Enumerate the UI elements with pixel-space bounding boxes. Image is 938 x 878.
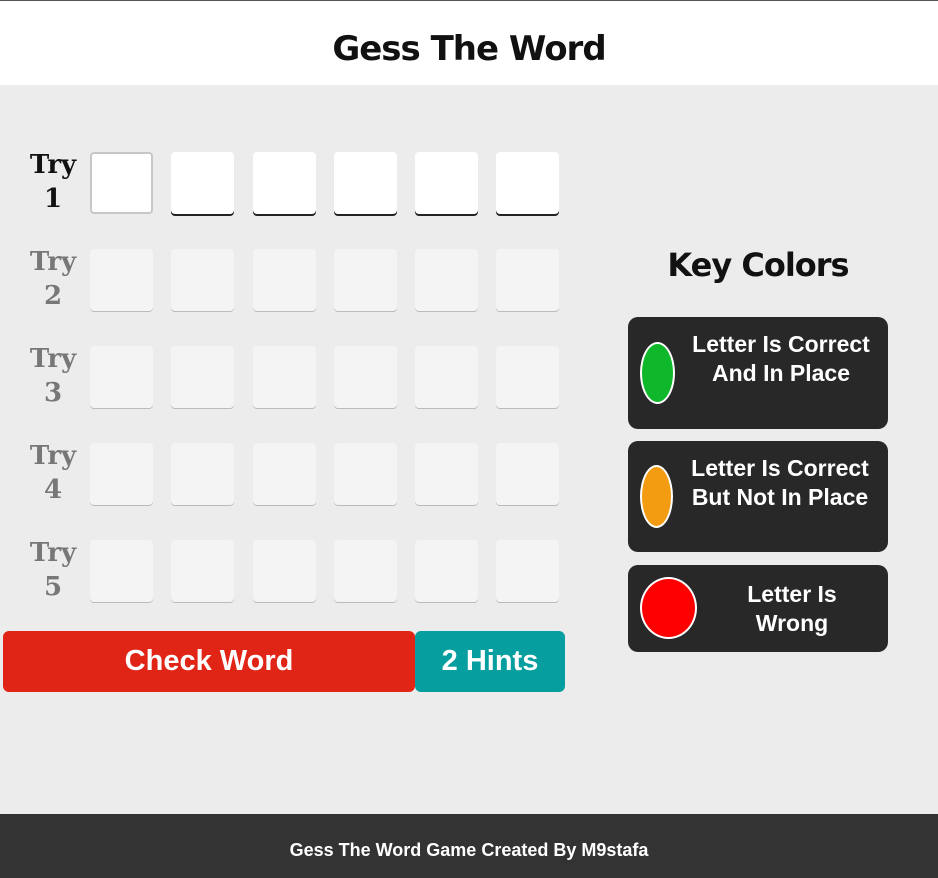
page-header: Gess The Word bbox=[0, 1, 938, 85]
letter-input bbox=[253, 443, 316, 505]
hints-count: 2 bbox=[441, 645, 458, 677]
try-row-5: Try 5 bbox=[26, 538, 566, 604]
letter-input[interactable] bbox=[334, 152, 397, 214]
try-number: 2 bbox=[43, 281, 63, 311]
key-text: Letter Is Correct And In Place bbox=[692, 331, 870, 386]
letter-input bbox=[415, 443, 478, 505]
try-label-text: Try bbox=[29, 247, 77, 277]
try-label: Try 4 bbox=[26, 439, 80, 507]
check-word-button[interactable]: Check Word bbox=[3, 631, 415, 692]
try-row-2: Try 2 bbox=[26, 247, 566, 313]
try-row-3: Try 3 bbox=[26, 344, 566, 410]
try-label-text: Try bbox=[29, 150, 77, 180]
green-dot-icon bbox=[640, 342, 675, 404]
page-footer: Gess The Word Game Created By M9stafa bbox=[0, 814, 938, 878]
key-text: Letter Is Correct But Not In Place bbox=[691, 455, 869, 510]
letter-input bbox=[253, 249, 316, 311]
orange-dot-icon bbox=[640, 465, 673, 528]
hints-button[interactable]: 2 Hints bbox=[415, 631, 565, 692]
try-number: 5 bbox=[43, 572, 63, 602]
hints-label: Hints bbox=[465, 645, 539, 677]
try-label: Try 1 bbox=[26, 148, 80, 216]
letter-input bbox=[334, 443, 397, 505]
key-colors-title: Key Colors bbox=[667, 246, 849, 284]
letter-input bbox=[90, 443, 153, 505]
try-label: Try 3 bbox=[26, 342, 80, 410]
try-label-text: Try bbox=[29, 441, 77, 471]
try-row-1: Try 1 bbox=[26, 150, 566, 216]
letter-input bbox=[496, 540, 559, 602]
letter-input bbox=[496, 249, 559, 311]
letter-input bbox=[334, 540, 397, 602]
letter-input[interactable] bbox=[496, 152, 559, 214]
letter-input bbox=[496, 443, 559, 505]
letter-input bbox=[90, 249, 153, 311]
letter-input[interactable] bbox=[171, 152, 234, 214]
letter-input[interactable] bbox=[90, 152, 153, 214]
letter-input bbox=[415, 540, 478, 602]
key-correct-in-place: Letter Is Correct And In Place bbox=[628, 317, 888, 429]
letter-input[interactable] bbox=[253, 152, 316, 214]
try-label: Try 5 bbox=[26, 536, 80, 604]
letter-input bbox=[90, 346, 153, 408]
try-number: 4 bbox=[43, 475, 63, 505]
letter-input bbox=[334, 346, 397, 408]
page-title: Gess The Word bbox=[332, 29, 606, 69]
letter-input bbox=[171, 249, 234, 311]
key-text: Letter Is Wrong bbox=[747, 581, 837, 636]
letter-input bbox=[253, 346, 316, 408]
letter-input bbox=[253, 540, 316, 602]
letter-input bbox=[334, 249, 397, 311]
try-row-4: Try 4 bbox=[26, 441, 566, 507]
try-label-text: Try bbox=[29, 538, 77, 568]
red-dot-icon bbox=[640, 577, 697, 639]
key-wrong: Letter Is Wrong bbox=[628, 565, 888, 652]
try-label: Try 2 bbox=[26, 245, 80, 313]
letter-input bbox=[171, 540, 234, 602]
letter-input bbox=[415, 346, 478, 408]
letter-input bbox=[171, 346, 234, 408]
try-number: 1 bbox=[43, 184, 63, 214]
letter-input bbox=[496, 346, 559, 408]
try-label-text: Try bbox=[29, 344, 77, 374]
letter-input bbox=[90, 540, 153, 602]
key-correct-not-in-place: Letter Is Correct But Not In Place bbox=[628, 441, 888, 552]
try-number: 3 bbox=[43, 378, 63, 408]
footer-text: Gess The Word Game Created By M9stafa bbox=[289, 840, 649, 860]
letter-input bbox=[415, 249, 478, 311]
letter-input[interactable] bbox=[415, 152, 478, 214]
letter-input bbox=[171, 443, 234, 505]
